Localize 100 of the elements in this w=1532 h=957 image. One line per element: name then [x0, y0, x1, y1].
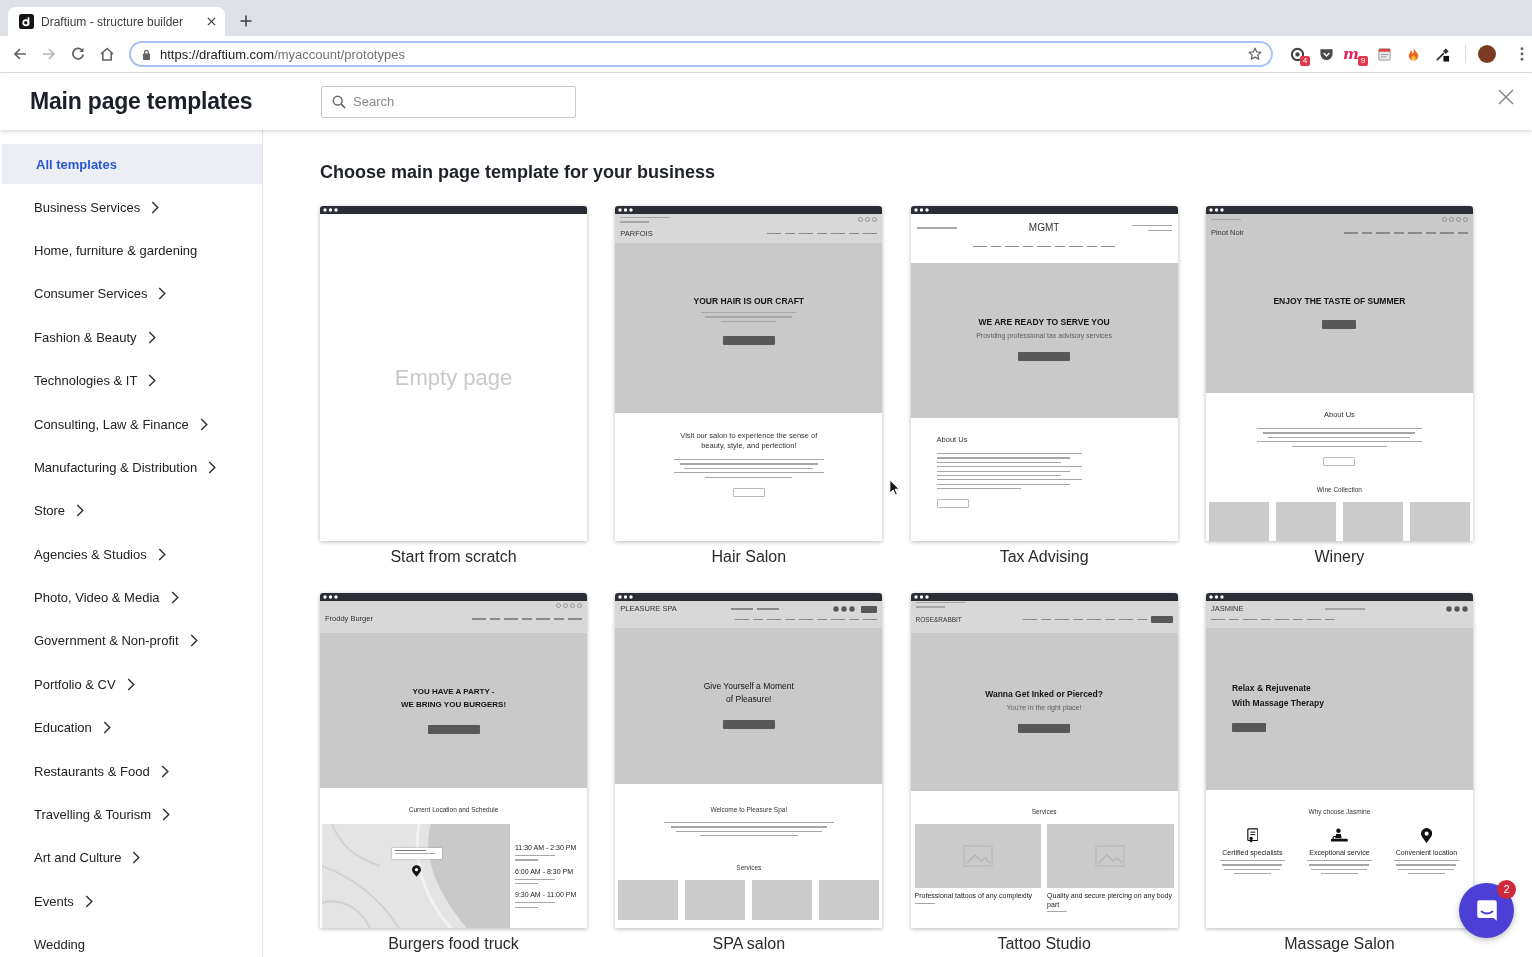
text-lines-drawing	[515, 855, 555, 861]
chevron-icon	[151, 200, 160, 214]
browser-tab[interactable]: Draftium - structure builder	[8, 7, 225, 36]
image-placeholder	[1275, 501, 1336, 541]
location-pin-icon	[1420, 828, 1432, 843]
certificate-icon	[1246, 828, 1259, 843]
massage-therapist-icon	[1330, 828, 1349, 843]
extension-button[interactable]: m	[1343, 47, 1359, 61]
reload-icon[interactable]	[71, 47, 85, 61]
back-arrow-icon[interactable]	[13, 47, 27, 61]
close-icon[interactable]	[1498, 89, 1514, 105]
image-placeholder	[1208, 501, 1269, 541]
hero-title: YOUR HAIR IS OUR CRAFT	[693, 296, 805, 306]
bookmark-star-icon[interactable]	[1248, 47, 1262, 61]
hero-title: Wanna Get Inked or Pierced?	[985, 689, 1103, 699]
category-item[interactable]: Wedding	[0, 923, 262, 957]
window-controls-icon	[323, 208, 338, 212]
preview-button	[936, 499, 969, 509]
category-item[interactable]: Fashion & Beauty	[0, 315, 262, 359]
avatar-icon[interactable]	[1478, 45, 1496, 63]
category-item[interactable]: Portfolio & CV	[0, 662, 262, 707]
contact-links-drawing	[731, 608, 780, 610]
address-bar[interactable]: https://draftium.com/myaccount/prototypes	[129, 41, 1273, 67]
category-item[interactable]: Art and Culture	[0, 836, 262, 880]
home-icon[interactable]	[100, 47, 114, 61]
close-tab-icon[interactable]	[207, 17, 216, 26]
text-lines-drawing	[1131, 225, 1172, 231]
shield-icon[interactable]	[1319, 46, 1334, 62]
template-name: Hair Salon	[710, 548, 788, 565]
chevron-icon	[160, 764, 169, 778]
text-lines-drawing	[620, 217, 671, 223]
hero-title: YOU HAVE A PARTY - WE BRING YOU BURGERS!	[400, 686, 507, 711]
preview-button	[722, 335, 775, 345]
window-controls-icon	[913, 208, 929, 212]
text-lines-drawing	[1306, 860, 1372, 875]
chevron-icon	[162, 808, 171, 822]
hero-title: ENJOY THE TASTE OF SUMMER	[1273, 296, 1406, 306]
chevron-icon	[170, 591, 179, 605]
category-item[interactable]: Consumer Services	[0, 272, 262, 316]
preview-button	[1323, 456, 1356, 466]
category-item[interactable]: All templates	[2, 144, 262, 184]
chevron-icon	[84, 894, 93, 908]
category-item[interactable]: Business Services	[0, 185, 262, 229]
window-controls-icon	[618, 595, 634, 599]
app-logo-icon	[19, 14, 34, 29]
image-placeholder	[752, 880, 813, 921]
category-item[interactable]: Consulting, Law & Finance	[0, 402, 262, 446]
category-item[interactable]: Education	[0, 706, 262, 750]
template-name: Tattoo Studio	[996, 935, 1092, 952]
category-item[interactable]: Manufacturing & Distribution	[0, 445, 262, 490]
preview-button	[427, 725, 480, 734]
chevron-icon	[102, 721, 111, 735]
chevron-icon	[199, 417, 208, 431]
mouse-cursor-icon	[889, 479, 900, 496]
template-name: Start from scratch	[389, 548, 518, 565]
category-item[interactable]: Agencies & Studios	[0, 532, 262, 576]
category-item[interactable]: Store	[0, 489, 262, 533]
map-popup	[392, 848, 442, 859]
text-lines-drawing	[915, 602, 966, 608]
count-badge: 4	[1300, 56, 1310, 66]
menu-icon[interactable]	[1520, 47, 1524, 61]
image-placeholder	[1342, 501, 1403, 541]
category-item[interactable]: Events	[0, 879, 262, 924]
preview-button	[1322, 320, 1357, 329]
category-item[interactable]: Travelling & Tourism	[0, 792, 262, 837]
category-item[interactable]: Technologies & IT	[0, 358, 262, 403]
category-item[interactable]: Home, furniture & gardening	[0, 228, 262, 273]
window-controls-icon	[913, 595, 929, 599]
notepad-icon[interactable]	[1377, 46, 1392, 62]
page-title: Main page templates	[30, 88, 254, 115]
text-lines-drawing	[1047, 911, 1068, 913]
text-lines-drawing	[515, 878, 555, 885]
chevron-icon	[76, 504, 85, 518]
hero-title: Give Yourself a Moment of Pleasure!	[703, 680, 794, 706]
new-tab-icon[interactable]	[240, 15, 252, 27]
search-field[interactable]: Search	[321, 85, 576, 118]
image-placeholder	[618, 880, 679, 921]
preview-button	[732, 487, 765, 497]
text-lines-drawing	[1324, 608, 1365, 610]
text-lines-drawing	[1210, 218, 1241, 221]
count-badge: 9	[1358, 56, 1368, 66]
chevron-icon	[132, 851, 141, 865]
preview-button	[722, 720, 775, 729]
tab-title: Draftium - structure builder	[41, 14, 185, 29]
preview-button	[1018, 724, 1071, 733]
category-item[interactable]: Photo, Video & Media	[0, 575, 262, 620]
preview-button	[1018, 352, 1071, 361]
window-controls-icon	[1208, 208, 1224, 212]
category-item[interactable]: Restaurants & Food	[0, 749, 262, 793]
template-name: Massage Salon	[1283, 935, 1396, 952]
ring-icon[interactable]	[1290, 46, 1305, 62]
preview-button	[861, 605, 878, 613]
image-placeholder	[1409, 501, 1470, 541]
text-lines-drawing	[914, 902, 935, 904]
preview-button	[1231, 723, 1266, 732]
chevron-icon	[158, 287, 167, 301]
eyedropper-icon[interactable]	[1435, 46, 1450, 62]
chevron-icon	[147, 330, 156, 344]
category-item[interactable]: Government & Non-profit	[0, 619, 262, 663]
template-name: SPA salon	[711, 935, 787, 952]
